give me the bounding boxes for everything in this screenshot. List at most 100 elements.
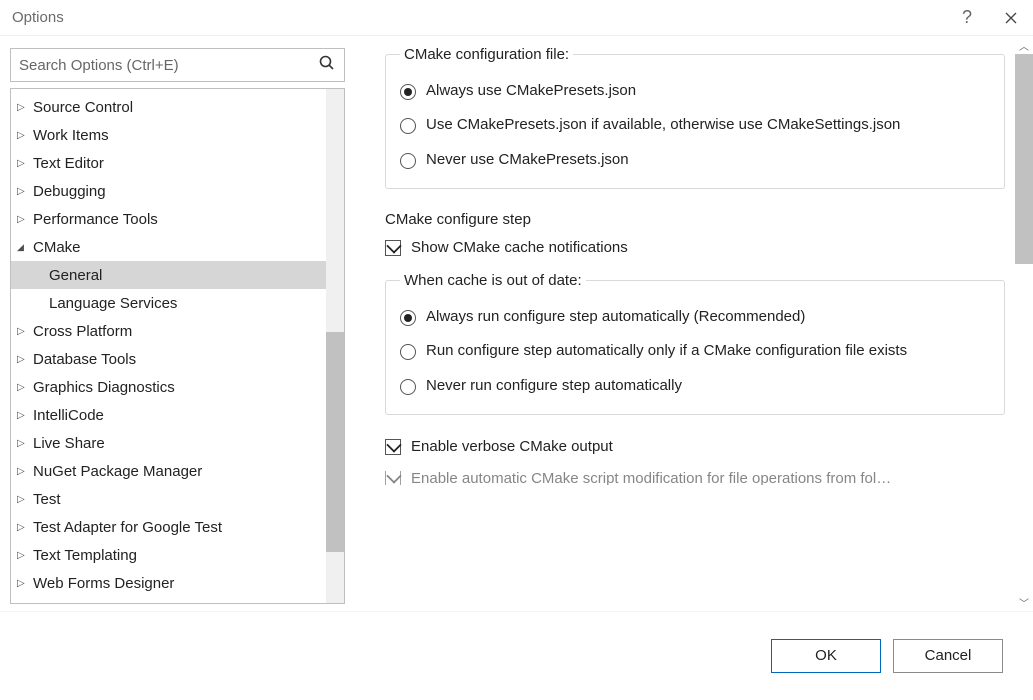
checkbox-indicator xyxy=(385,439,401,455)
radio-never-presets[interactable]: Never use CMakePresets.json xyxy=(400,150,990,170)
arrow-expanded-icon: ◢ xyxy=(17,242,31,253)
tree-item[interactable]: ▷Debugging xyxy=(11,177,344,205)
tree-item[interactable]: ▷Test Adapter for Google Test xyxy=(11,513,344,541)
tree-item-label: Debugging xyxy=(31,183,106,200)
panel-scroll-thumb[interactable] xyxy=(1015,54,1033,264)
radio-indicator xyxy=(400,344,416,360)
tree-item-label: Live Share xyxy=(31,435,105,452)
tree-item-label: Work Items xyxy=(31,127,109,144)
checkbox-label: Enable verbose CMake output xyxy=(411,437,613,457)
tree-subitem[interactable]: Language Services xyxy=(11,289,344,317)
check-auto-script-mod[interactable]: Enable automatic CMake script modificati… xyxy=(385,471,1005,485)
tree-item-label: Language Services xyxy=(47,295,177,312)
checkbox-label: Show CMake cache notifications xyxy=(411,238,628,258)
search-wrap xyxy=(10,48,345,82)
ok-button[interactable]: OK xyxy=(771,639,881,673)
tree-item[interactable]: ▷Performance Tools xyxy=(11,205,344,233)
radio-indicator xyxy=(400,153,416,169)
cancel-button[interactable]: Cancel xyxy=(893,639,1003,673)
arrow-collapsed-icon: ▷ xyxy=(17,438,31,449)
arrow-collapsed-icon: ▷ xyxy=(17,130,31,141)
radio-configure-if-file[interactable]: Run configure step automatically only if… xyxy=(400,341,990,361)
radio-indicator xyxy=(400,310,416,326)
settings-panel: CMake configuration file: Always use CMa… xyxy=(355,36,1033,611)
arrow-collapsed-icon: ▷ xyxy=(17,102,31,113)
tree-item[interactable]: ▷Graphics Diagnostics xyxy=(11,373,344,401)
scroll-up-icon[interactable]: ︿ xyxy=(1015,36,1033,54)
tree-item-label: IntelliCode xyxy=(31,407,104,424)
arrow-collapsed-icon: ▷ xyxy=(17,578,31,589)
tree-subitem[interactable]: General xyxy=(11,261,344,289)
tree-item-label: NuGet Package Manager xyxy=(31,463,202,480)
tree-item-label: Text Templating xyxy=(31,547,137,564)
arrow-collapsed-icon: ▷ xyxy=(17,410,31,421)
checkbox-label: Enable automatic CMake script modificati… xyxy=(411,471,891,485)
arrow-collapsed-icon: ▷ xyxy=(17,326,31,337)
group-legend: When cache is out of date: xyxy=(400,272,586,289)
arrow-collapsed-icon: ▷ xyxy=(17,354,31,365)
arrow-collapsed-icon: ▷ xyxy=(17,522,31,533)
radio-label: Never use CMakePresets.json xyxy=(426,150,629,170)
tree-item-label: Performance Tools xyxy=(31,211,158,228)
checkbox-indicator xyxy=(385,471,401,485)
radio-label: Always use CMakePresets.json xyxy=(426,81,636,101)
radio-indicator xyxy=(400,84,416,100)
arrow-collapsed-icon: ▷ xyxy=(17,382,31,393)
tree-item[interactable]: ▷Live Share xyxy=(11,429,344,457)
search-icon[interactable] xyxy=(318,54,336,77)
search-input[interactable] xyxy=(19,57,318,74)
radio-never-configure[interactable]: Never run configure step automatically xyxy=(400,376,990,396)
tree-item[interactable]: ▷Cross Platform xyxy=(11,317,344,345)
cache-out-of-date-group: When cache is out of date: Always run co… xyxy=(385,272,1005,415)
window-title: Options xyxy=(12,9,945,26)
check-verbose-output[interactable]: Enable verbose CMake output xyxy=(385,437,1005,457)
tree-item[interactable]: ▷Web Forms Designer xyxy=(11,569,344,597)
arrow-collapsed-icon: ▷ xyxy=(17,186,31,197)
tree-item[interactable]: ▷Work Items xyxy=(11,121,344,149)
tree-item[interactable]: ▷Test xyxy=(11,485,344,513)
tree-item-label: Database Tools xyxy=(31,351,136,368)
checkbox-indicator xyxy=(385,240,401,256)
tree-item-label: Graphics Diagnostics xyxy=(31,379,175,396)
tree-item-label: Source Control xyxy=(31,99,133,116)
radio-label: Use CMakePresets.json if available, othe… xyxy=(426,115,900,135)
category-tree: ▷Source Control▷Work Items▷Text Editor▷D… xyxy=(10,88,345,604)
tree-item[interactable]: ▷NuGet Package Manager xyxy=(11,457,344,485)
tree-item[interactable]: ▷IntelliCode xyxy=(11,401,344,429)
radio-always-presets[interactable]: Always use CMakePresets.json xyxy=(400,81,990,101)
check-show-cache-notifications[interactable]: Show CMake cache notifications xyxy=(385,238,1005,258)
radio-label: Never run configure step automatically xyxy=(426,376,682,396)
radio-indicator xyxy=(400,379,416,395)
tree-item[interactable]: ▷Text Editor xyxy=(11,149,344,177)
close-button[interactable] xyxy=(989,0,1033,36)
panel-scrollbar[interactable]: ︿ ﹀ xyxy=(1015,36,1033,611)
tree-item-label: General xyxy=(47,267,102,284)
left-pane: ▷Source Control▷Work Items▷Text Editor▷D… xyxy=(0,36,355,611)
tree-item-label: Cross Platform xyxy=(31,323,132,340)
arrow-collapsed-icon: ▷ xyxy=(17,214,31,225)
tree-item[interactable]: ▷Text Templating xyxy=(11,541,344,569)
close-icon xyxy=(1005,12,1017,24)
tree-item[interactable]: ◢CMake xyxy=(11,233,344,261)
radio-label: Always run configure step automatically … xyxy=(426,307,805,327)
tree-item-label: Test xyxy=(31,491,61,508)
radio-presets-if-available[interactable]: Use CMakePresets.json if available, othe… xyxy=(400,115,990,135)
tree-scrollbar[interactable] xyxy=(326,89,344,603)
arrow-collapsed-icon: ▷ xyxy=(17,466,31,477)
cmake-config-file-group: CMake configuration file: Always use CMa… xyxy=(385,46,1005,189)
tree-item-label: CMake xyxy=(31,239,81,256)
dialog-footer: OK Cancel xyxy=(0,611,1033,699)
tree-scroll-thumb[interactable] xyxy=(326,332,344,552)
radio-label: Run configure step automatically only if… xyxy=(426,341,907,361)
tree-item[interactable]: ▷Database Tools xyxy=(11,345,344,373)
arrow-collapsed-icon: ▷ xyxy=(17,550,31,561)
configure-step-heading: CMake configure step xyxy=(385,211,1005,228)
tree-item-label: Web Forms Designer xyxy=(31,575,174,592)
radio-indicator xyxy=(400,118,416,134)
help-button[interactable]: ? xyxy=(945,0,989,36)
radio-always-configure[interactable]: Always run configure step automatically … xyxy=(400,307,990,327)
arrow-collapsed-icon: ▷ xyxy=(17,158,31,169)
scroll-down-icon[interactable]: ﹀ xyxy=(1015,593,1033,611)
tree-item[interactable]: ▷Source Control xyxy=(11,93,344,121)
tree-item-label: Text Editor xyxy=(31,155,104,172)
